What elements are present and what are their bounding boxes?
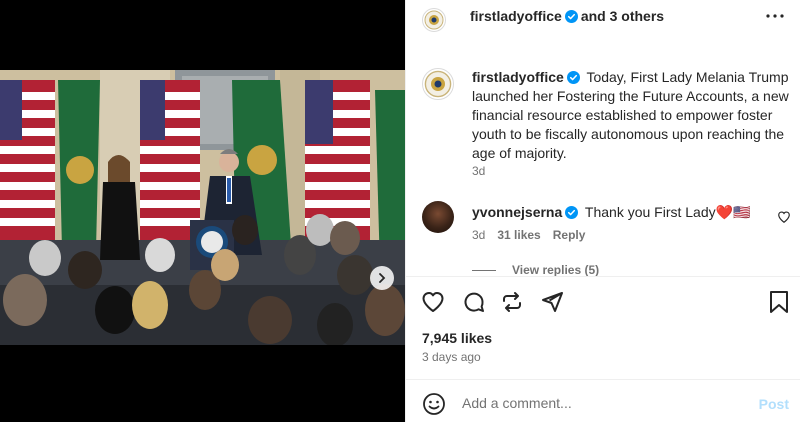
like-button[interactable] (420, 289, 446, 315)
comment-avatar[interactable] (422, 201, 454, 233)
comments-section: firstladyoffice Today, First Lady Melani… (406, 56, 800, 276)
add-comment-input[interactable] (462, 390, 742, 416)
seal-icon (424, 10, 444, 30)
save-button[interactable] (766, 289, 792, 315)
header-title: firstladyoffice and 3 others (470, 7, 664, 25)
flag-treasury-1 (58, 80, 100, 250)
post-media (0, 0, 405, 422)
comment-reply-button[interactable]: Reply (553, 228, 586, 242)
caption-avatar[interactable] (422, 68, 454, 100)
carousel-next-button[interactable] (370, 266, 394, 290)
heart-icon (422, 292, 444, 312)
verified-icon (564, 10, 578, 23)
flag-us-1 (0, 80, 55, 250)
verified-icon (566, 71, 580, 84)
caption-time[interactable]: 3d (472, 164, 485, 178)
add-comment-bar: Post (406, 379, 800, 422)
header-username[interactable]: firstladyoffice (470, 8, 562, 24)
verified-icon (565, 206, 579, 219)
comment-likes[interactable]: 31 likes (497, 228, 540, 242)
comment: yvonnejserna Thank you First Lady❤️🇺🇸 (472, 203, 772, 221)
bookmark-icon (770, 291, 788, 313)
replies-divider (472, 269, 496, 271)
share-paper-plane-icon (542, 292, 563, 312)
header-collaborators[interactable]: and 3 others (581, 8, 664, 24)
share-button[interactable] (539, 289, 565, 315)
view-replies-button[interactable]: View replies (5) (472, 263, 599, 276)
caption: firstladyoffice Today, First Lady Melani… (472, 68, 792, 163)
likes-count[interactable]: 7,945 likes (422, 330, 492, 346)
post-actions (406, 276, 800, 326)
seal-icon (424, 70, 452, 98)
post-date[interactable]: 3 days ago (422, 350, 481, 364)
comment-text: Thank you First Lady❤️🇺🇸 (584, 204, 751, 220)
comment-time[interactable]: 3d (472, 228, 485, 242)
comment-username[interactable]: yvonnejserna (472, 204, 562, 220)
comment-like-heart-icon[interactable] (777, 210, 791, 224)
emoji-icon[interactable] (422, 392, 446, 416)
repost-button[interactable] (499, 289, 525, 315)
post-panel: firstladyoffice and 3 others firstladyoff… (405, 0, 800, 422)
comment-meta: 3d 31 likes Reply (472, 228, 585, 242)
more-options-button[interactable] (765, 6, 785, 26)
chevron-right-icon (379, 273, 386, 283)
post-header: firstladyoffice and 3 others (406, 0, 800, 32)
header-avatar[interactable] (422, 8, 446, 32)
post-photo[interactable] (0, 70, 405, 345)
repost-icon (503, 292, 521, 312)
view-replies-label: View replies (5) (512, 263, 600, 276)
post-comment-button[interactable]: Post (759, 396, 789, 412)
comment-bubble-icon (464, 292, 484, 312)
comment-button[interactable] (461, 289, 487, 315)
caption-username[interactable]: firstladyoffice (472, 69, 564, 85)
photo-scene (0, 70, 405, 345)
more-horizontal-icon (766, 14, 784, 18)
